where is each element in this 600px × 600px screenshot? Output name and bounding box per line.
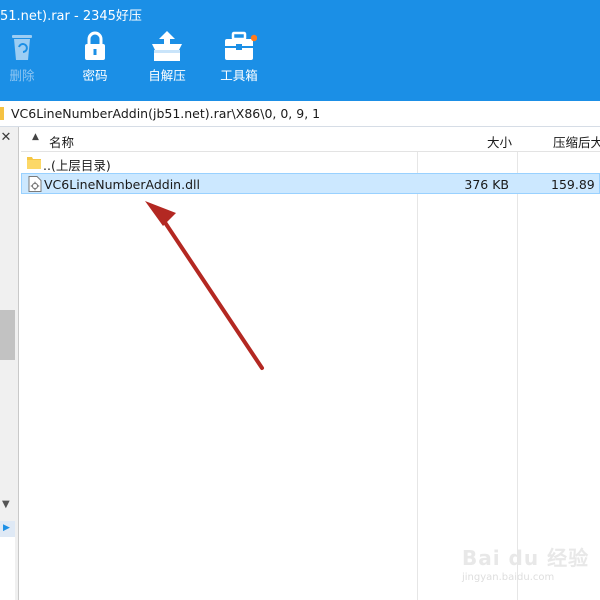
delete-button[interactable]: 删除 <box>0 30 54 96</box>
sort-arrow-icon: ▲ <box>32 132 39 142</box>
password-button[interactable]: 密码 <box>63 30 127 96</box>
toolbox-icon <box>225 31 257 60</box>
password-label: 密码 <box>82 68 108 83</box>
self-extract-label: 自解压 <box>148 68 186 83</box>
toolbar-area: 51.net).rar - 2345好压 删除 密码 自解压 工具箱 <box>0 0 600 101</box>
address-bar[interactable]: VC6LineNumberAddin(jb51.net).rar\X86\0, … <box>0 101 600 127</box>
column-name[interactable]: 名称 <box>49 132 74 151</box>
delete-label: 删除 <box>9 68 35 83</box>
file-packed-size: 159.89 K <box>551 177 600 192</box>
column-divider <box>517 127 518 600</box>
expand-arrow-icon: ▶ <box>3 523 10 533</box>
lock-icon <box>85 31 105 60</box>
toolbox-label: 工具箱 <box>220 68 258 83</box>
file-size: 376 KB <box>464 177 509 192</box>
tree-item-selected[interactable]: ▶ <box>0 521 15 537</box>
close-icon[interactable]: ✕ <box>0 131 12 145</box>
baidu-watermark: Bai du 经验 jingyan.baidu.com <box>458 532 598 592</box>
address-path: VC6LineNumberAddin(jb51.net).rar\X86\0, … <box>11 106 321 121</box>
list-item-parent-dir[interactable]: ..(上层目录) <box>21 152 600 173</box>
file-name: ..(上层目录) <box>43 158 111 173</box>
column-header: ▲ 名称 大小 压缩后大 <box>21 127 600 152</box>
file-name: VC6LineNumberAddin.dll <box>44 177 200 192</box>
watermark-url: jingyan.baidu.com <box>462 572 555 583</box>
folder-icon <box>27 157 41 169</box>
column-divider <box>417 127 418 600</box>
folder-tree-pane: ✕ ▼ ▶ <box>0 127 19 600</box>
watermark-text: Bai du 经验 <box>462 546 590 570</box>
folder-icon <box>0 107 4 120</box>
file-list: ▲ 名称 大小 压缩后大 ..(上层目录) VC6LineNumberAddin… <box>21 127 600 600</box>
column-size[interactable]: 大小 <box>487 132 512 151</box>
self-extract-button[interactable]: 自解压 <box>135 30 199 96</box>
box-upload-icon <box>152 31 182 61</box>
column-packed-size[interactable]: 压缩后大 <box>553 132 600 151</box>
scrollbar-thumb[interactable] <box>0 310 15 360</box>
window-title: 51.net).rar - 2345好压 <box>0 9 142 24</box>
list-item-dll[interactable]: VC6LineNumberAddin.dll 376 KB 159.89 K <box>21 173 600 194</box>
recycle-bin-icon <box>12 35 32 60</box>
chevron-down-icon[interactable]: ▼ <box>2 499 10 510</box>
dll-file-icon <box>28 176 42 192</box>
toolbox-button[interactable]: 工具箱 <box>207 30 271 96</box>
tree-empty-area <box>0 537 15 600</box>
